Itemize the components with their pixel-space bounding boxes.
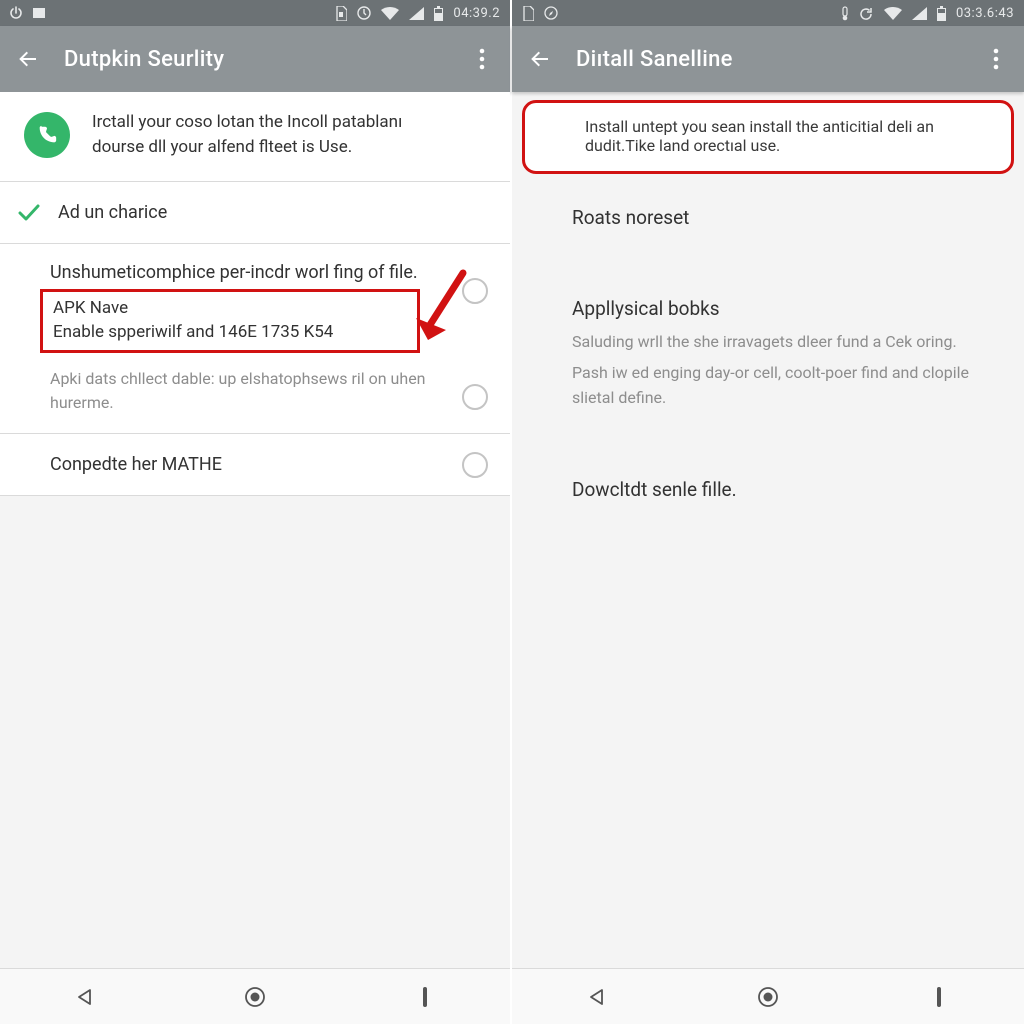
compass-icon [544, 5, 558, 21]
app-icon [543, 124, 563, 148]
install-banner[interactable]: Install untept you sean install the anti… [522, 100, 1014, 174]
status-clock: 04:39.2 [453, 6, 500, 21]
sync-icon [859, 5, 874, 21]
apk-caption: Apki dats chllect dable: up elshatophsew… [50, 367, 440, 415]
apk-sub: Enable spperiwilf and 146E 1735 K54 [53, 322, 407, 342]
window-icon [32, 5, 46, 21]
banner-text: Install untept you sean install the anti… [585, 117, 993, 155]
apk-title: APK Nave [53, 298, 407, 318]
row-unknown-sources[interactable]: Unshumeticomphice per-incdr worl fing of… [0, 244, 510, 434]
thermometer-icon [841, 5, 849, 21]
radio-apk[interactable] [462, 384, 488, 410]
row-label: Dowcltdt senle fille. [572, 478, 998, 501]
page-title: Dutpkin Seurlity [64, 47, 224, 72]
nav-back-button[interactable] [577, 977, 617, 1017]
status-clock: 03:3.6:43 [956, 6, 1014, 21]
screen-security: 04:39.2 Dutpkin Seurlity Irctall your co… [0, 0, 512, 1024]
back-button[interactable] [526, 45, 554, 73]
nav-bar [512, 968, 1024, 1024]
overflow-menu-button[interactable] [468, 45, 496, 73]
row-label: Ad un charice [58, 202, 486, 223]
row-ad-charice[interactable]: Ad un charice [0, 182, 510, 244]
row-applysical[interactable]: Appllysical bobks Saluding wrll the she … [512, 277, 1024, 430]
nav-home-button[interactable] [748, 977, 788, 1017]
app-bar: Dutpkin Seurlity [0, 26, 510, 92]
row-label: Appllysical bobks [572, 297, 998, 320]
battery-icon [434, 5, 443, 21]
wifi-icon [884, 5, 902, 21]
sim-icon [522, 5, 534, 21]
wifi-icon [381, 5, 399, 21]
page-title: Diıtall Sanelline [576, 47, 733, 72]
back-button[interactable] [14, 45, 42, 73]
radio-conpedte[interactable] [462, 452, 488, 478]
radio-unknown-sources[interactable] [462, 278, 488, 304]
nav-back-button[interactable] [65, 977, 105, 1017]
row-roats[interactable]: Roats noreset [512, 186, 1024, 249]
nav-home-button[interactable] [235, 977, 275, 1017]
security-banner: Irctall your coso lotan the Incoll patab… [0, 92, 510, 182]
power-icon [10, 5, 22, 21]
app-bar: Diıtall Sanelline [512, 26, 1024, 92]
status-bar: 04:39.2 [0, 0, 510, 26]
banner-text: Irctall your coso lotan the Incoll patab… [92, 110, 452, 159]
row-conpedte[interactable]: Conpedte her MATHE [0, 434, 510, 496]
nav-recent-button[interactable] [405, 977, 445, 1017]
row-body-1: Saluding wrll the she irravagets dleer f… [572, 330, 998, 355]
phone-icon [24, 112, 70, 158]
row-body-2: Pash iw ed enging day-or cell, coolt-poe… [572, 361, 998, 411]
signal-icon [409, 5, 424, 21]
overflow-menu-button[interactable] [982, 45, 1010, 73]
apk-highlight-box: APK Nave Enable spperiwilf and 146E 1735… [40, 289, 420, 353]
screen-install: 03:3.6:43 Diıtall Sanelline Install unte… [512, 0, 1024, 1024]
row-label: Conpedte her MATHE [50, 454, 440, 475]
check-icon [18, 204, 40, 226]
signal-icon [912, 5, 927, 21]
row-download[interactable]: Dowcltdt senle fille. [512, 458, 1024, 521]
nav-bar [0, 968, 510, 1024]
row-label: Roats noreset [572, 206, 998, 229]
nav-recent-button[interactable] [919, 977, 959, 1017]
battery-icon [937, 5, 946, 21]
sim-icon [335, 5, 347, 21]
clock-icon [357, 5, 371, 21]
row-primary: Unshumeticomphice per-incdr worl fing of… [50, 262, 440, 283]
status-bar: 03:3.6:43 [512, 0, 1024, 26]
